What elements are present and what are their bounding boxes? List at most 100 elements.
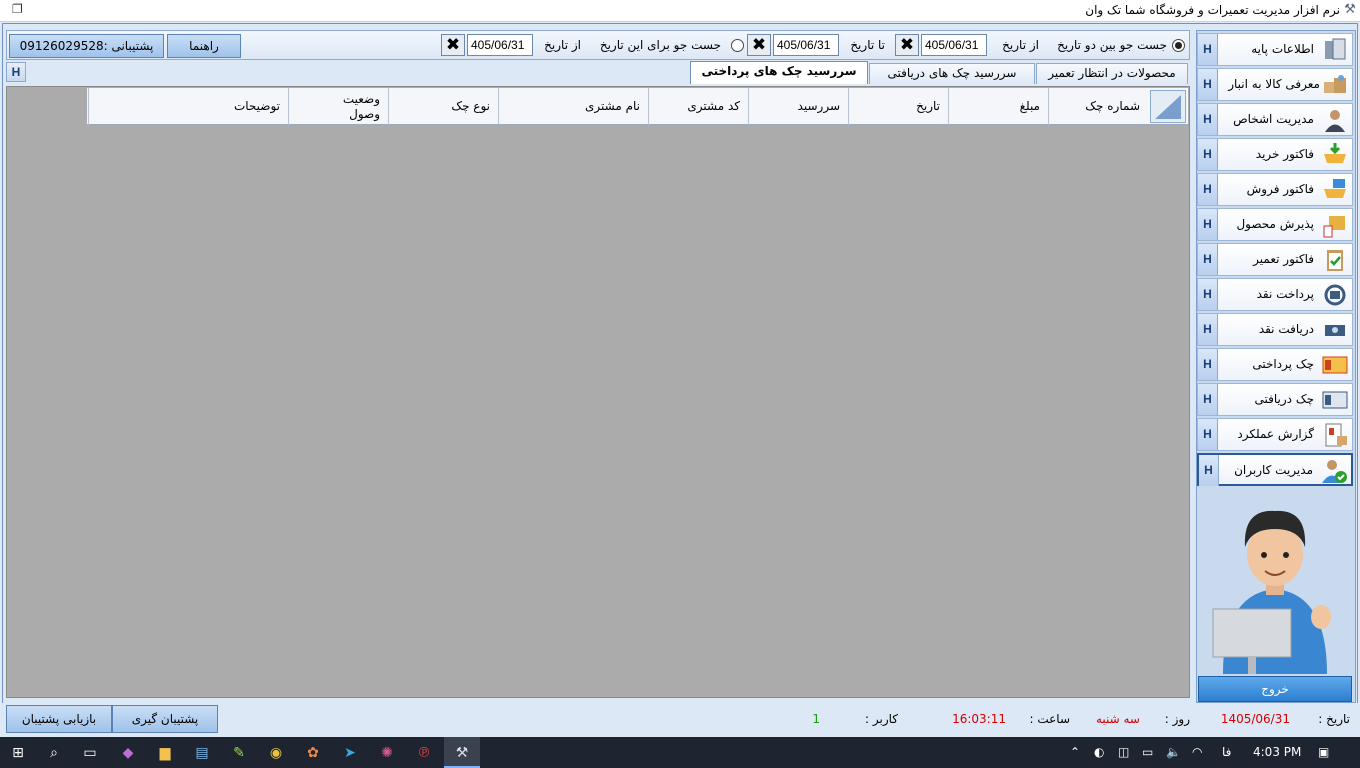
sidebar-h-button[interactable]: H bbox=[1198, 69, 1218, 100]
notepad-icon[interactable]: ▤ bbox=[191, 742, 213, 764]
windows-start-icon[interactable]: ⊞ bbox=[7, 742, 29, 764]
clear-to-date-button[interactable]: ✖ bbox=[747, 34, 771, 56]
clipboard-check-icon bbox=[1327, 250, 1343, 271]
col-status-line1: وضعیت bbox=[342, 92, 380, 106]
battery-icon[interactable]: ▭ bbox=[1142, 745, 1153, 759]
clear-from-date-button[interactable]: ✖ bbox=[895, 34, 919, 56]
search-icon[interactable]: ⌕ bbox=[43, 742, 65, 764]
help-button[interactable]: راهنما bbox=[167, 34, 241, 58]
sidebar-item-cheque-receipt[interactable]: H چک دریافتی bbox=[1197, 383, 1353, 416]
sidebar-h-button[interactable]: H bbox=[1198, 314, 1218, 345]
cash-receive-icon bbox=[1325, 325, 1345, 336]
tray-chevron-icon[interactable]: ⌃ bbox=[1070, 745, 1080, 759]
day-label: روز : bbox=[1164, 712, 1190, 726]
restore-backup-button[interactable]: بازیابی پشتیبان bbox=[6, 705, 112, 733]
volume-icon[interactable]: 🔈 bbox=[1166, 745, 1181, 759]
sidebar-item-performance-report[interactable]: H گزارش عملکرد bbox=[1197, 418, 1353, 451]
time-value: 16:03:11 bbox=[952, 712, 1006, 726]
paint-icon[interactable]: ✿ bbox=[302, 742, 324, 764]
radio-search-single[interactable] bbox=[731, 39, 744, 52]
support-button[interactable]: پشتیبانی :09126029528 bbox=[9, 34, 164, 58]
cart-sell-icon bbox=[1324, 179, 1346, 198]
sidebar-h-button[interactable]: H bbox=[1198, 209, 1218, 240]
taskbar-clock[interactable]: 4:03 PM bbox=[1253, 745, 1301, 759]
sidebar-item-warehouse[interactable]: H معرفی کالا به انبار bbox=[1197, 68, 1353, 101]
sidebar-item-label: اطلاعات پایه bbox=[1251, 42, 1314, 56]
notifications-icon[interactable]: ▣ bbox=[1318, 745, 1329, 759]
chrome-icon[interactable]: ◉ bbox=[265, 742, 287, 764]
col-description[interactable]: توضیحات bbox=[88, 88, 288, 125]
cheques-grid[interactable]: شماره چک مبلغ تاریخ سررسید کد مشتری نام … bbox=[6, 86, 1190, 698]
wifi-icon[interactable]: ◠ bbox=[1192, 745, 1202, 759]
sidebar-item-sales-invoice[interactable]: H فاکتور فروش bbox=[1197, 173, 1353, 206]
single-date-field[interactable]: 405/06/31 bbox=[467, 34, 533, 56]
grid-corner-select-all[interactable] bbox=[1150, 90, 1186, 123]
file-explorer-icon[interactable]: ▆ bbox=[154, 742, 176, 764]
to-date-label: تا تاریخ bbox=[850, 38, 885, 52]
sidebar-h-button[interactable]: H bbox=[1198, 244, 1218, 275]
sidebar-h-button[interactable]: H bbox=[1199, 455, 1219, 486]
task-view-icon[interactable]: ▭ bbox=[79, 742, 101, 764]
telegram-icon[interactable]: ➤ bbox=[339, 742, 361, 764]
clear-single-date-button[interactable]: ✖ bbox=[441, 34, 465, 56]
sidebar-h-button[interactable]: H bbox=[1198, 384, 1218, 415]
app-p-icon[interactable]: ℗ bbox=[413, 742, 435, 764]
language-indicator[interactable]: فا bbox=[1222, 745, 1231, 759]
windows-taskbar: ⊞ ⌕ ▭ ◆ ▆ ▤ ✎ ◉ ✿ ➤ ✺ ℗ ⚒ ⌃ ◐ ◫ ▭ 🔈 ◠ فا… bbox=[0, 737, 1360, 768]
col-amount[interactable]: مبلغ bbox=[948, 88, 1048, 125]
sidebar-h-button[interactable]: H bbox=[1198, 104, 1218, 135]
backup-button[interactable]: پشتیبان گیری bbox=[112, 705, 218, 733]
sidebar-item-product-reception[interactable]: H پذیرش محصول bbox=[1197, 208, 1353, 241]
sidebar-item-people[interactable]: H مدیریت اشخاص bbox=[1197, 103, 1353, 136]
corner-triangle-icon bbox=[1155, 95, 1181, 119]
app-icon[interactable]: ✺ bbox=[376, 742, 398, 764]
product-box-icon bbox=[1323, 216, 1345, 238]
tab-paid-cheques-due[interactable]: سررسید چک های پرداختی bbox=[690, 61, 868, 84]
tab-received-cheques-due[interactable]: سررسید چک های دریافتی bbox=[869, 63, 1035, 84]
restore-window-icon[interactable]: ❐ bbox=[12, 1, 26, 17]
close-icon: ✖ bbox=[751, 35, 767, 55]
sidebar-item-users[interactable]: H مدیریت کاربران bbox=[1197, 453, 1353, 486]
sidebar-h-button[interactable]: H bbox=[1198, 174, 1218, 205]
col-date[interactable]: تاریخ bbox=[848, 88, 948, 125]
sidebar-item-cash-receipt[interactable]: H دریافت نقد bbox=[1197, 313, 1353, 346]
col-cheque-number[interactable]: شماره چک bbox=[1048, 88, 1148, 125]
copilot-icon[interactable]: ◆ bbox=[117, 742, 139, 764]
col-customer-name[interactable]: نام مشتری bbox=[498, 88, 648, 125]
day-value: سه شنبه bbox=[1095, 712, 1140, 726]
search-bar: جست جو بین دو تاریخ از تاریخ 405/06/31 ✖… bbox=[6, 30, 1190, 60]
search-single-label: جست جو برای این تاریخ bbox=[599, 38, 721, 52]
sidebar-h-button[interactable]: H bbox=[1198, 419, 1218, 450]
grid-header: شماره چک مبلغ تاریخ سررسید کد مشتری نام … bbox=[87, 88, 1188, 125]
cart-download-icon bbox=[1324, 143, 1346, 163]
sidebar-h-button[interactable]: H bbox=[1198, 279, 1218, 310]
sidebar-h-button[interactable]: H bbox=[1198, 34, 1218, 65]
col-collection-status[interactable]: وضعیت وصول bbox=[288, 88, 388, 125]
search-between-label: جست جو بین دو تاریخ bbox=[1057, 38, 1167, 52]
col-cheque-type[interactable]: نوع چک bbox=[388, 88, 498, 125]
sidebar-item-cash-payment[interactable]: H پرداخت نقد bbox=[1197, 278, 1353, 311]
radio-search-between[interactable] bbox=[1172, 39, 1185, 52]
tabs-hide-button[interactable]: H bbox=[6, 62, 26, 82]
camera-icon[interactable]: ◫ bbox=[1118, 745, 1129, 759]
tab-pending-repair[interactable]: محصولات در انتظار تعمیر bbox=[1036, 63, 1188, 84]
sidebar-item-label: پرداخت نقد bbox=[1256, 287, 1314, 301]
col-customer-code[interactable]: کد مشتری bbox=[648, 88, 748, 125]
sidebar-item-purchase-invoice[interactable]: H فاکتور خرید bbox=[1197, 138, 1353, 171]
sidebar-h-button[interactable]: H bbox=[1198, 349, 1218, 380]
sidebar-item-cheque-payment[interactable]: H چک پرداختی bbox=[1197, 348, 1353, 381]
mascot-avatar bbox=[1212, 510, 1331, 674]
sidebar-item-repair-invoice[interactable]: H فاکتور تعمیر bbox=[1197, 243, 1353, 276]
from-date-field[interactable]: 405/06/31 bbox=[921, 34, 987, 56]
tools-app-icon[interactable]: ⚒ bbox=[451, 742, 473, 764]
title-bar: ❐ نرم افزار مدیریت تعمیرات و فروشگاه شما… bbox=[0, 0, 1360, 22]
app-icon[interactable]: ✎ bbox=[228, 742, 250, 764]
col-due-date[interactable]: سررسید bbox=[748, 88, 848, 125]
tray-app-icon[interactable]: ◐ bbox=[1094, 745, 1104, 759]
exit-button[interactable]: خروج bbox=[1198, 676, 1352, 702]
tab-bar: H محصولات در انتظار تعمیر سررسید چک های … bbox=[6, 61, 1190, 84]
warehouse-boxes-icon bbox=[1324, 75, 1346, 93]
sidebar-item-base-info[interactable]: H اطلاعات پایه bbox=[1197, 33, 1353, 66]
sidebar-h-button[interactable]: H bbox=[1198, 139, 1218, 170]
to-date-field[interactable]: 405/06/31 bbox=[773, 34, 839, 56]
